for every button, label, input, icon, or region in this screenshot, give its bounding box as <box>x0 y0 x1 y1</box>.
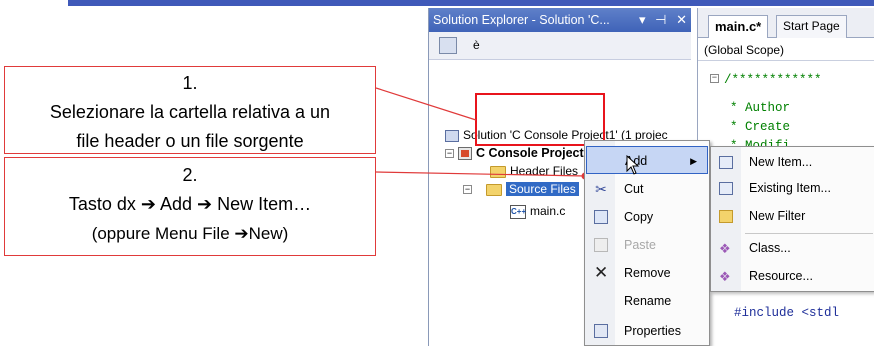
code-line: * Create <box>730 120 791 134</box>
toolbar-partial-text: è <box>473 38 480 52</box>
callout-step-1-number: 1. <box>182 73 198 93</box>
callout-step-1-line2: file header o un file sorgente <box>76 131 304 151</box>
solution-icon <box>445 129 459 142</box>
menu-item-properties[interactable]: Properties <box>586 317 708 345</box>
editor-tabs: main.c* Start Page <box>698 8 874 38</box>
mouse-cursor-icon <box>626 155 640 175</box>
callout-step-2-number: 2. <box>182 165 198 185</box>
menu-item-paste: Paste <box>586 231 708 259</box>
menu-item-copy[interactable]: Copy <box>586 203 708 231</box>
submenu-item-existing-item[interactable]: Existing Item... <box>711 174 874 203</box>
collapse-icon[interactable]: − <box>463 185 472 195</box>
submenu-item-resource[interactable]: ❖ Resource... <box>711 262 874 291</box>
menu-item-rename[interactable]: Rename <box>586 287 708 315</box>
copy-icon <box>594 210 608 224</box>
new-item-icon <box>719 156 733 169</box>
tree-item-main-c[interactable]: C++ main.c <box>510 202 565 220</box>
properties-toolbar-button[interactable] <box>439 37 457 54</box>
remove-x-icon: ✕ <box>594 263 609 282</box>
scope-dropdown[interactable]: (Global Scope) <box>698 39 874 61</box>
properties-icon <box>594 324 608 338</box>
callout-step-2-line2: (oppure Menu File ➔New) <box>91 224 289 243</box>
folder-open-icon <box>486 183 502 196</box>
dropdown-icon[interactable]: ▾ <box>639 12 646 27</box>
paste-icon <box>594 238 608 252</box>
tab-main-c[interactable]: main.c* <box>708 15 769 38</box>
callout-step-2-line1: Tasto dx ➔ Add ➔ New Item… <box>68 194 312 214</box>
code-line: #include <stdl <box>734 306 840 320</box>
collapse-icon[interactable]: − <box>445 149 454 159</box>
tree-item-source-files[interactable]: − Source Files <box>463 180 579 198</box>
solution-explorer-title: Solution Explorer - Solution 'C... <box>433 13 610 27</box>
resource-icon: ❖ <box>719 269 731 284</box>
submenu-item-class[interactable]: ❖ Class... <box>711 234 874 263</box>
class-icon: ❖ <box>719 241 731 256</box>
existing-item-icon <box>719 182 733 195</box>
menu-item-remove[interactable]: ✕ Remove <box>586 259 708 287</box>
submenu-item-new-filter[interactable]: New Filter <box>711 202 874 231</box>
add-submenu: New Item... Existing Item... New Filter … <box>710 146 874 292</box>
solution-explorer-title-bar: Solution Explorer - Solution 'C... ▾ ⊣ ✕ <box>429 8 691 32</box>
submenu-item-new-item[interactable]: New Item... <box>711 148 874 177</box>
context-menu: Add ▶ ✂ Cut Copy Paste ✕ Remove Rename P… <box>584 140 710 346</box>
collapse-icon[interactable]: − <box>710 74 719 83</box>
submenu-arrow-icon: ▶ <box>690 156 697 166</box>
tree-item-project[interactable]: − C Console Project1 <box>445 144 591 162</box>
tab-start-page[interactable]: Start Page <box>776 15 847 38</box>
menu-item-cut[interactable]: ✂ Cut <box>586 175 708 203</box>
callout-step-1-line1: Selezionare la cartella relativa a un <box>49 102 331 122</box>
code-line: /************ <box>724 73 822 87</box>
code-line: * Author <box>730 101 791 115</box>
folder-icon <box>719 210 733 223</box>
project-icon <box>458 147 472 161</box>
folder-icon <box>490 165 506 178</box>
add-icon <box>595 154 609 168</box>
tree-item-header-files[interactable]: Header Files <box>490 162 578 180</box>
menu-item-add[interactable]: Add ▶ <box>586 146 708 174</box>
top-accent-bar <box>68 0 874 6</box>
callout-step-2: 2. Tasto dx ➔ Add ➔ New Item… (oppure Me… <box>4 157 376 256</box>
scissors-icon: ✂ <box>595 181 607 197</box>
highlight-box <box>475 93 605 146</box>
pin-icon[interactable]: ⊣ <box>655 12 666 27</box>
close-icon[interactable]: ✕ <box>676 12 687 27</box>
callout-step-1: 1. Selezionare la cartella relativa a un… <box>4 66 376 154</box>
solution-explorer-toolbar: è <box>429 32 691 60</box>
c-file-icon: C++ <box>510 204 526 219</box>
